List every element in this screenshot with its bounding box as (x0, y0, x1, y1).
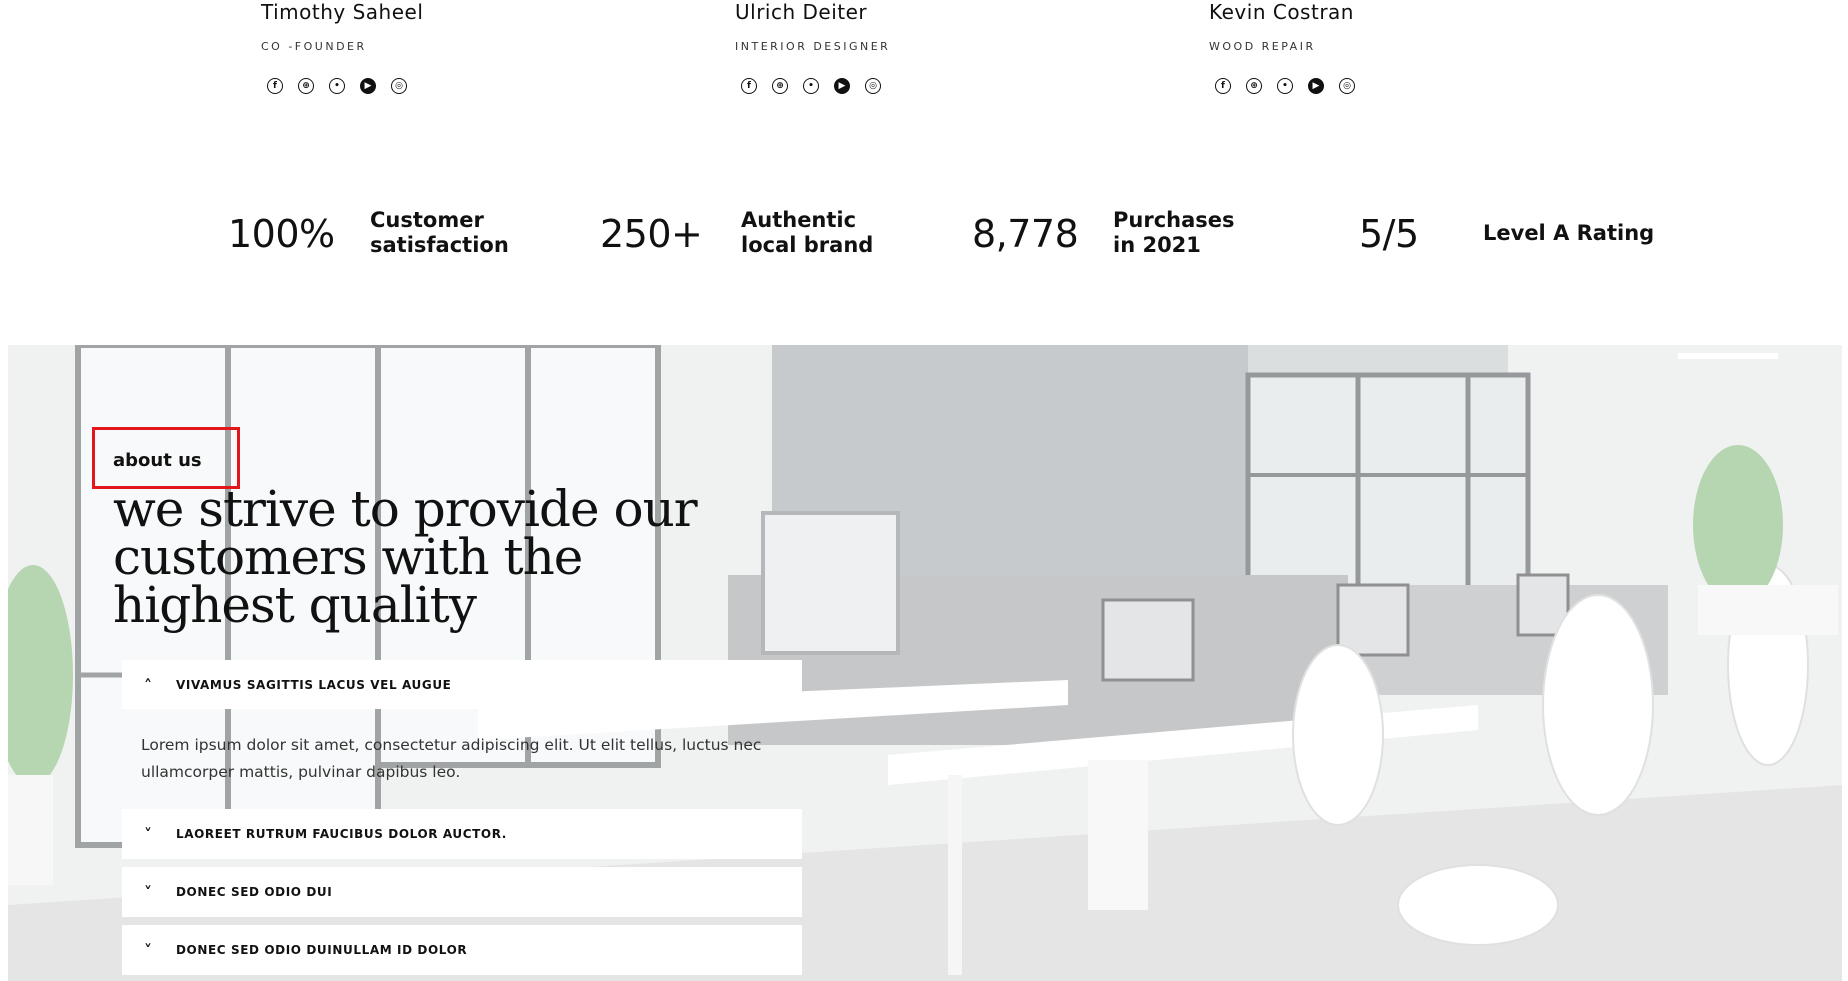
member-role: INTERIOR DESIGNER (735, 40, 891, 53)
accordion-header[interactable]: ˄ VIVAMUS SAGITTIS LACUS VEL AUGUE (122, 660, 802, 710)
member-name: Kevin Costran (1209, 0, 1354, 24)
member-role: CO -FOUNDER (261, 40, 367, 53)
team-member-ulrich: Ulrich Deiter INTERIOR DESIGNER f ⊕ • ▶ … (735, 0, 890, 94)
chevron-up-icon: ˄ (144, 675, 152, 695)
chevron-down-icon: ˅ (144, 940, 152, 960)
stat-label: Purchases in 2021 (1113, 208, 1235, 257)
accordion-item-3[interactable]: ˅ DONEC SED ODIO DUI (122, 867, 802, 917)
accordion-body: Lorem ipsum dolor sit amet, consectetur … (141, 736, 762, 781)
chevron-down-icon: ˅ (144, 824, 152, 844)
member-name: Timothy Saheel (261, 0, 424, 24)
social-links: f ⊕ • ▶ ◎ (1215, 78, 1355, 94)
facebook-icon[interactable]: f (1215, 78, 1231, 94)
twitter-icon[interactable]: • (1277, 78, 1293, 94)
youtube-icon[interactable]: ▶ (834, 78, 850, 94)
accordion-item-1[interactable]: ˄ VIVAMUS SAGITTIS LACUS VEL AUGUE (122, 660, 802, 709)
dribbble-icon[interactable]: ⊕ (298, 78, 314, 94)
stat-number: 250+ (600, 212, 703, 256)
stat-number: 5/5 (1359, 212, 1419, 256)
team-member-timothy: Timothy Saheel CO -FOUNDER f ⊕ • ▶ ◎ (261, 0, 423, 94)
member-name: Ulrich Deiter (735, 0, 868, 24)
member-role: WOOD REPAIR (1209, 40, 1316, 53)
accordion-header[interactable]: ˅ LAOREET RUTRUM FAUCIBUS DOLOR AUCTOR. (122, 809, 802, 859)
youtube-icon[interactable]: ▶ (360, 78, 376, 94)
accordion-title: DONEC SED ODIO DUINULLAM ID DOLOR (176, 943, 468, 957)
instagram-icon[interactable]: ◎ (865, 78, 881, 94)
team-member-kevin: Kevin Costran WOOD REPAIR f ⊕ • ▶ ◎ (1209, 0, 1355, 94)
accordion-item-4[interactable]: ˅ DONEC SED ODIO DUINULLAM ID DOLOR (122, 925, 802, 975)
instagram-icon[interactable]: ◎ (1339, 78, 1355, 94)
accordion-header[interactable]: ˅ DONEC SED ODIO DUI (122, 867, 802, 917)
twitter-icon[interactable]: • (803, 78, 819, 94)
facebook-icon[interactable]: f (267, 78, 283, 94)
accordion-title: VIVAMUS SAGITTIS LACUS VEL AUGUE (176, 678, 452, 692)
youtube-icon[interactable]: ▶ (1308, 78, 1324, 94)
accordion-header[interactable]: ˅ DONEC SED ODIO DUINULLAM ID DOLOR (122, 925, 802, 975)
accordion-title: DONEC SED ODIO DUI (176, 885, 333, 899)
social-links: f ⊕ • ▶ ◎ (741, 78, 890, 94)
twitter-icon[interactable]: • (329, 78, 345, 94)
stat-number: 8,778 (972, 212, 1079, 256)
chevron-down-icon: ˅ (144, 882, 152, 902)
instagram-icon[interactable]: ◎ (391, 78, 407, 94)
about-section: about us we strive to provide our custom… (8, 345, 1842, 981)
about-kicker: about us (113, 450, 202, 471)
stat-label: Level A Rating (1483, 221, 1655, 245)
facebook-icon[interactable]: f (741, 78, 757, 94)
about-heading: we strive to provide our customers with … (113, 480, 698, 634)
stat-number: 100% (228, 212, 335, 256)
accordion-item-2[interactable]: ˅ LAOREET RUTRUM FAUCIBUS DOLOR AUCTOR. (122, 809, 802, 859)
dribbble-icon[interactable]: ⊕ (772, 78, 788, 94)
stat-label: Authentic local brand (741, 208, 874, 257)
social-links: f ⊕ • ▶ ◎ (267, 78, 423, 94)
accordion-title: LAOREET RUTRUM FAUCIBUS DOLOR AUCTOR. (176, 827, 507, 841)
dribbble-icon[interactable]: ⊕ (1246, 78, 1262, 94)
stat-label: Customer satisfaction (370, 208, 509, 257)
